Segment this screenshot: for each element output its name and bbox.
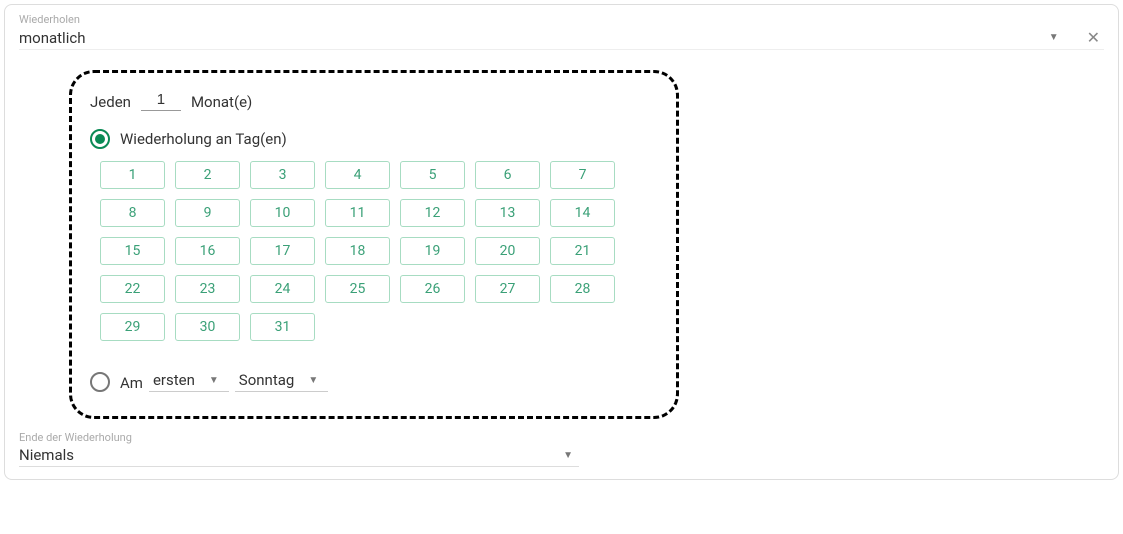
day-cell-29[interactable]: 29 (100, 313, 165, 341)
repeat-on-days-label: Wiederholung an Tag(en) (120, 130, 287, 148)
day-cell-26[interactable]: 26 (400, 275, 465, 303)
day-cell-7[interactable]: 7 (550, 161, 615, 189)
interval-input[interactable] (141, 91, 181, 111)
day-cell-8[interactable]: 8 (100, 199, 165, 227)
day-cell-25[interactable]: 25 (325, 275, 390, 303)
recurrence-panel: Wiederholen monatlich ▼ ✕ Jeden Monat(e)… (4, 4, 1119, 480)
chevron-down-icon: ▼ (203, 375, 225, 386)
end-select[interactable]: Niemals ▼ (19, 446, 579, 467)
day-cell-27[interactable]: 27 (475, 275, 540, 303)
recurrence-config-box: Jeden Monat(e) Wiederholung an Tag(en) 1… (69, 70, 679, 419)
close-icon[interactable]: ✕ (1065, 28, 1104, 47)
chevron-down-icon[interactable]: ▼ (557, 450, 579, 461)
day-cell-1[interactable]: 1 (100, 161, 165, 189)
repeat-label: Wiederholen (19, 13, 1104, 26)
day-cell-11[interactable]: 11 (325, 199, 390, 227)
day-cell-4[interactable]: 4 (325, 161, 390, 189)
day-cell-21[interactable]: 21 (550, 237, 615, 265)
chevron-down-icon: ▼ (302, 375, 324, 386)
day-cell-2[interactable]: 2 (175, 161, 240, 189)
day-grid: 1234567891011121314151617181920212223242… (100, 161, 658, 341)
day-cell-22[interactable]: 22 (100, 275, 165, 303)
on-the-prefix: Am (120, 374, 143, 392)
day-cell-30[interactable]: 30 (175, 313, 240, 341)
day-cell-10[interactable]: 10 (250, 199, 315, 227)
repeat-select[interactable]: monatlich ▼ ✕ (19, 28, 1104, 50)
on-the-option[interactable]: Am ersten ▼ Sonntag ▼ (90, 371, 658, 392)
day-cell-31[interactable]: 31 (250, 313, 315, 341)
day-cell-6[interactable]: 6 (475, 161, 540, 189)
day-cell-24[interactable]: 24 (250, 275, 315, 303)
day-cell-3[interactable]: 3 (250, 161, 315, 189)
weekday-select[interactable]: Sonntag ▼ (235, 371, 328, 392)
day-cell-28[interactable]: 28 (550, 275, 615, 303)
day-cell-17[interactable]: 17 (250, 237, 315, 265)
day-cell-16[interactable]: 16 (175, 237, 240, 265)
day-cell-12[interactable]: 12 (400, 199, 465, 227)
radio-selected-icon[interactable] (90, 129, 110, 149)
end-label: Ende der Wiederholung (19, 431, 579, 444)
repeat-value: monatlich (19, 29, 1043, 47)
radio-unselected-icon[interactable] (90, 372, 110, 392)
end-section: Ende der Wiederholung Niemals ▼ (19, 431, 579, 467)
day-cell-19[interactable]: 19 (400, 237, 465, 265)
day-cell-13[interactable]: 13 (475, 199, 540, 227)
day-cell-5[interactable]: 5 (400, 161, 465, 189)
interval-prefix: Jeden (90, 93, 131, 111)
repeat-on-days-option[interactable]: Wiederholung an Tag(en) (90, 129, 658, 149)
day-cell-18[interactable]: 18 (325, 237, 390, 265)
day-cell-14[interactable]: 14 (550, 199, 615, 227)
day-cell-20[interactable]: 20 (475, 237, 540, 265)
ordinal-value: ersten (153, 371, 195, 389)
interval-row: Jeden Monat(e) (90, 91, 658, 111)
day-cell-15[interactable]: 15 (100, 237, 165, 265)
end-value: Niemals (19, 446, 557, 464)
chevron-down-icon[interactable]: ▼ (1043, 32, 1065, 43)
day-cell-23[interactable]: 23 (175, 275, 240, 303)
day-cell-9[interactable]: 9 (175, 199, 240, 227)
interval-suffix: Monat(e) (191, 93, 252, 111)
weekday-value: Sonntag (239, 371, 295, 389)
ordinal-select[interactable]: ersten ▼ (149, 371, 229, 392)
